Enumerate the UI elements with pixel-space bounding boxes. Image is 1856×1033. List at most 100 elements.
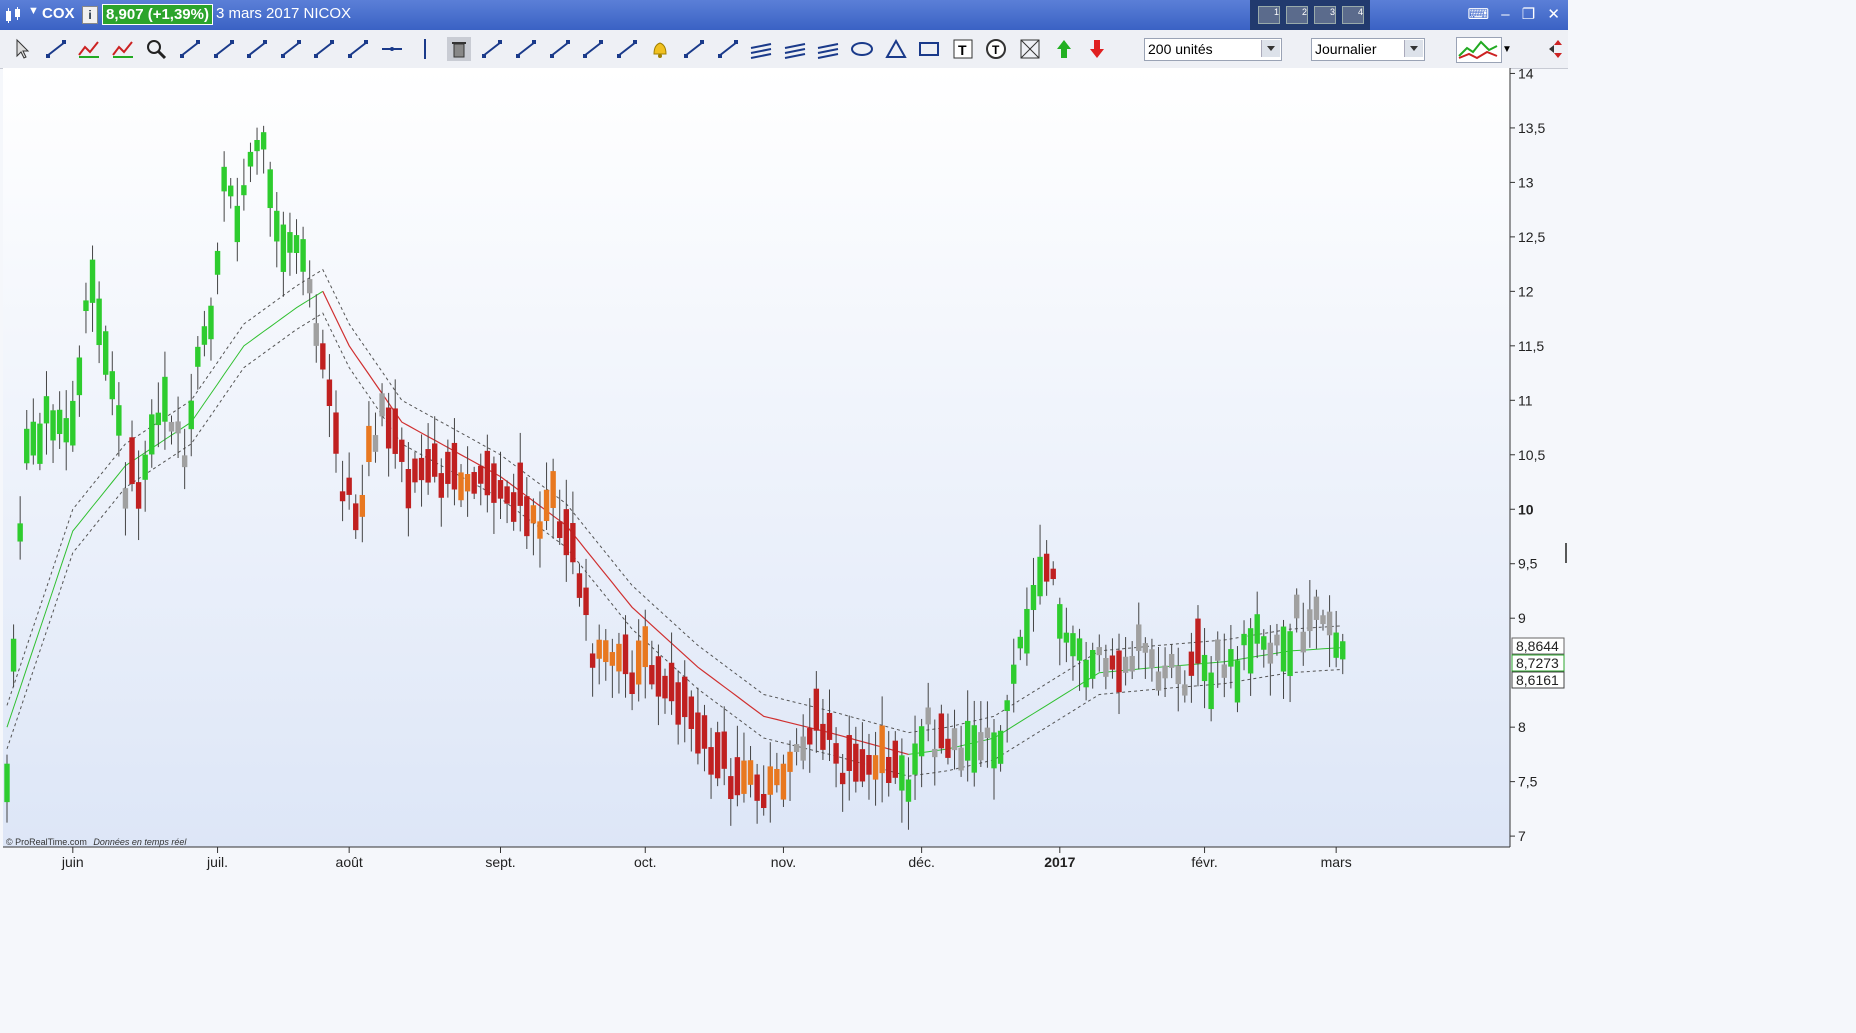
alert-bell-icon[interactable] <box>648 37 672 61</box>
candle-body <box>320 343 326 370</box>
y-tick-label: 11 <box>1518 392 1533 408</box>
chevron-down-icon[interactable] <box>1404 40 1423 57</box>
candle-chart-icon[interactable] <box>4 6 22 24</box>
cursor-icon[interactable] <box>10 37 34 61</box>
candle-body <box>517 462 523 506</box>
zigzag-icon[interactable] <box>111 37 135 61</box>
triangle-icon[interactable] <box>884 37 908 61</box>
candle-body <box>280 224 287 272</box>
indicators-icon[interactable] <box>1456 37 1502 63</box>
fibonacci-fan-icon[interactable] <box>615 37 639 61</box>
x-tick-label: juin <box>61 854 84 870</box>
chevron-down-icon[interactable] <box>1261 40 1280 57</box>
y-tick-label: 11,5 <box>1518 338 1544 354</box>
candle-body <box>609 652 616 666</box>
candle-body <box>938 713 945 749</box>
grid-g-icon[interactable] <box>1018 37 1042 61</box>
ellipse-icon[interactable] <box>850 37 874 61</box>
period-select[interactable]: Journalier <box>1311 38 1425 61</box>
candle-body <box>813 688 820 731</box>
andrews-icon[interactable] <box>682 37 706 61</box>
candle-body <box>754 774 760 801</box>
arrows-icon[interactable] <box>1546 37 1570 61</box>
candle-body <box>109 371 115 400</box>
horizontal-line-icon[interactable] <box>380 37 404 61</box>
candle-body <box>333 412 339 454</box>
y-tick-label: 10,5 <box>1518 447 1545 463</box>
y-tick-label: 13,5 <box>1518 120 1545 136</box>
candle-body <box>372 435 379 452</box>
arrow-down-icon[interactable] <box>1085 37 1109 61</box>
crosshair-icon[interactable] <box>480 37 504 61</box>
candle-body <box>122 488 129 509</box>
drawing-toolbar: T T 200 unités Journalier ▼ <box>0 30 1568 69</box>
candle-body <box>905 779 912 802</box>
arrow-up-icon[interactable] <box>1052 37 1076 61</box>
measure-icon[interactable] <box>514 37 538 61</box>
footnote-source: © ProRealTime.com <box>6 837 87 847</box>
candle-body <box>879 725 885 774</box>
candle-body <box>56 409 63 435</box>
trend-icon[interactable] <box>77 37 101 61</box>
restore-icon[interactable]: ❐ <box>1522 6 1535 23</box>
channel-icon[interactable] <box>212 37 236 61</box>
candle-body <box>201 326 208 345</box>
candle-body <box>432 443 438 477</box>
candle-body <box>234 205 241 243</box>
vertical-line-icon[interactable] <box>413 37 437 61</box>
window-controls: ⌨ – ❐ ✕ <box>1459 5 1560 23</box>
y-tick-label: 8 <box>1518 719 1526 735</box>
rectangle-icon[interactable] <box>917 37 941 61</box>
candle-body <box>635 640 642 685</box>
hline-icon[interactable] <box>178 37 202 61</box>
candle-body <box>655 656 662 697</box>
epsilon-icon[interactable] <box>749 37 773 61</box>
candle-body <box>1037 556 1043 597</box>
footnote: © ProRealTime.com Données en temps réel <box>6 837 187 847</box>
delete-icon[interactable] <box>446 37 471 61</box>
layout-1-button[interactable]: 1 <box>1258 6 1280 24</box>
candle-body <box>662 675 668 699</box>
candle-body <box>247 151 254 167</box>
ray-icon[interactable] <box>312 37 336 61</box>
layout-2-button[interactable]: 2 <box>1286 6 1308 24</box>
extended-line-icon[interactable] <box>346 37 370 61</box>
candle-body <box>537 521 543 539</box>
candle-body <box>1293 594 1300 619</box>
candle-body <box>780 763 787 800</box>
x-tick-label: déc. <box>908 854 934 870</box>
fibonacci-icon[interactable] <box>581 37 605 61</box>
units-value: 200 unités <box>1148 41 1213 57</box>
indicator-icon[interactable] <box>548 37 572 61</box>
close-icon[interactable]: ✕ <box>1547 6 1560 23</box>
candle-body <box>543 489 550 522</box>
sigma-icon[interactable] <box>816 37 840 61</box>
svg-text:T: T <box>958 42 967 58</box>
gann-icon[interactable] <box>716 37 740 61</box>
minimize-icon[interactable]: – <box>1501 6 1509 23</box>
x-tick-label: mars <box>1321 854 1352 870</box>
line-icon[interactable] <box>279 37 303 61</box>
zoom-icon[interactable] <box>144 37 168 61</box>
candle-body <box>1004 700 1010 712</box>
candle-body <box>43 396 50 424</box>
ruler-icon[interactable] <box>44 37 68 61</box>
candle-body <box>260 132 267 150</box>
segment-icon[interactable] <box>245 37 269 61</box>
text-t-icon[interactable]: T <box>951 37 975 61</box>
units-select[interactable]: 200 unités <box>1144 38 1282 61</box>
text-bubble-icon[interactable]: T <box>984 37 1008 61</box>
chevron-down-icon[interactable]: ▼ <box>1502 44 1512 68</box>
price-chart[interactable]: 14 13,5 13 12,5 12 11,5 11 10,5 10 9,5 9 8 7,5 7 juin… <box>0 68 1568 873</box>
raff-icon[interactable] <box>783 37 807 61</box>
x-tick-label: oct. <box>634 854 657 870</box>
chevron-down-icon[interactable]: ▼ <box>28 5 39 17</box>
layout-4-button[interactable]: 4 <box>1342 6 1364 24</box>
info-icon[interactable]: i <box>82 6 98 24</box>
y-tick-label: 7,5 <box>1518 774 1538 790</box>
keyboard-icon[interactable]: ⌨ <box>1467 6 1489 23</box>
ticker-symbol[interactable]: COX <box>42 5 75 22</box>
candle-body <box>267 169 273 209</box>
layout-switcher: 1 2 3 4 <box>1250 0 1370 30</box>
layout-3-button[interactable]: 3 <box>1314 6 1336 24</box>
